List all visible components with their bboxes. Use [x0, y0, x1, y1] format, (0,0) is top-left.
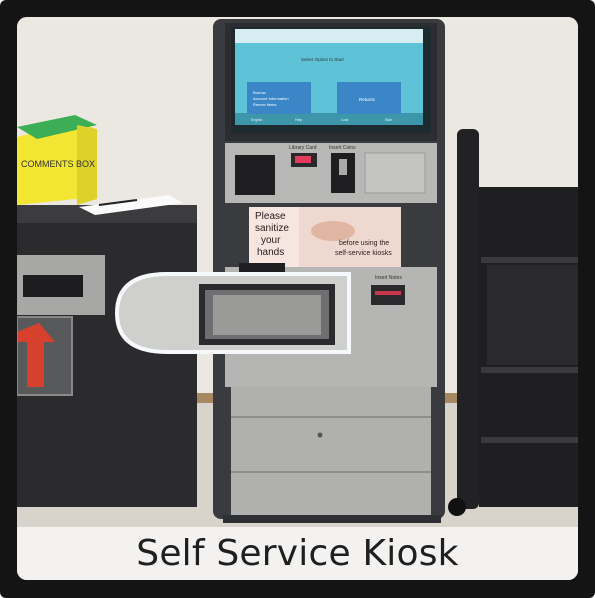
caption-text: Self Service Kiosk: [136, 533, 459, 574]
screen-borrow-label: Borrow: [253, 90, 266, 95]
screen-footer-lock: Lock: [341, 118, 349, 122]
scan-shelf: [114, 272, 351, 354]
photo-frame: COMMENTS BOX Select Option to Start Borr…: [0, 0, 595, 598]
screen-footer-english: English: [251, 118, 263, 122]
kiosk: Select Option to Start Borrow Account In…: [213, 19, 445, 523]
card-reader-light: [295, 156, 311, 163]
sign-sanitize: sanitize: [255, 223, 289, 234]
caption-bar: Self Service Kiosk: [17, 527, 578, 580]
sign-before-using: before using the: [339, 240, 389, 247]
screen-renew-label: Renew Items: [253, 102, 276, 107]
book-cart: [448, 129, 578, 516]
card-label: Library Card: [289, 145, 317, 151]
comments-box-label: COMMENTS BOX: [21, 159, 95, 169]
kiosk-base: [231, 387, 431, 517]
receipt-slot: [235, 155, 275, 195]
sign-your: your: [261, 235, 281, 246]
kiosk-photo: COMMENTS BOX Select Option to Start Borr…: [17, 17, 578, 580]
kiosk-scene: COMMENTS BOX Select Option to Start Borr…: [17, 17, 578, 580]
screen-footer-help: Help: [295, 118, 302, 122]
hands-icon: [311, 221, 355, 241]
cash-label: Insert Coins: [329, 145, 356, 151]
screen-account-label: Account Information: [253, 96, 289, 101]
screen-returns-label: Returns: [359, 97, 376, 102]
notes-label: Insert Notes: [375, 275, 402, 281]
return-bin: [17, 205, 197, 507]
comments-box: COMMENTS BOX: [17, 115, 97, 205]
sign-please: Please: [255, 211, 286, 222]
sanitize-sign: Please sanitize your hands before using …: [249, 207, 401, 267]
cart-wheel-icon: [448, 498, 466, 516]
sign-kiosks: self-service kiosks: [335, 250, 392, 257]
screen-instruction: Select Option to Start: [301, 57, 345, 62]
sign-hands: hands: [257, 247, 284, 258]
lock-icon: [317, 432, 323, 438]
screen-footer-start: Start: [385, 118, 392, 122]
